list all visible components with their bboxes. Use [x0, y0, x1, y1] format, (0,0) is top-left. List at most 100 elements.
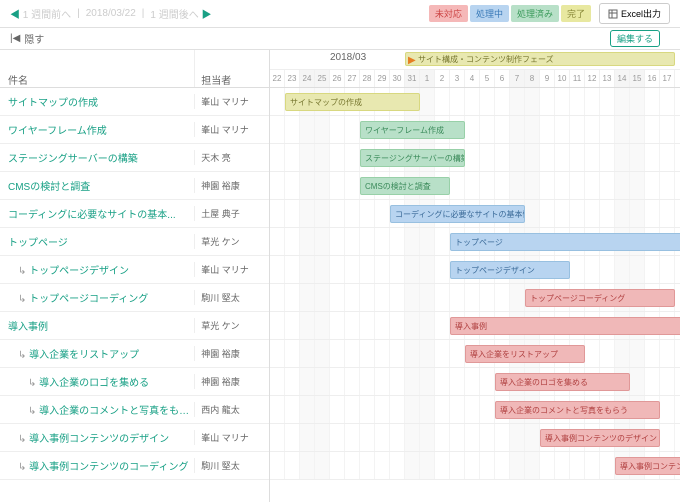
gantt-bar[interactable]: 導入企業のコメントと写真をもらう: [495, 401, 660, 419]
day-cell: 28: [360, 70, 375, 87]
day-cell: 6: [495, 70, 510, 87]
day-cell: 14: [615, 70, 630, 87]
day-cell: 7: [510, 70, 525, 87]
day-cell: 22: [270, 70, 285, 87]
day-cell: 31: [405, 70, 420, 87]
day-cell: 25: [315, 70, 330, 87]
day-cell: 2: [435, 70, 450, 87]
task-assignee: 西内 龍太: [195, 403, 269, 416]
excel-export-button[interactable]: Excel出力: [599, 3, 670, 24]
day-cell: 3: [450, 70, 465, 87]
task-name-link[interactable]: トップページ: [0, 234, 195, 249]
gantt-bar[interactable]: サイトマップの作成: [285, 93, 420, 111]
current-date: 2018/03/22: [86, 8, 136, 19]
hide-button[interactable]: |◀ 隠す: [10, 31, 44, 46]
day-cell: 10: [555, 70, 570, 87]
task-name-link[interactable]: コーディングに必要なサイトの基本...: [0, 206, 195, 221]
task-name-link[interactable]: ワイヤーフレーム作成: [0, 122, 195, 137]
day-cell: 11: [570, 70, 585, 87]
task-assignee: 神園 裕康: [195, 375, 269, 388]
task-row: トップページコーディング駒川 堅太: [0, 284, 269, 312]
sub-toolbar: |◀ 隠す 編集する: [0, 28, 680, 50]
status-legend: 未対応 処理中 処理済み 完了: [429, 5, 591, 22]
day-cell: 30: [390, 70, 405, 87]
legend-done: 完了: [561, 5, 591, 22]
timeline-row: 導入事例コンテンツのデザイン: [270, 424, 680, 452]
task-assignee: 峯山 マリナ: [195, 95, 269, 108]
gantt-bar[interactable]: トップページデザイン: [450, 261, 570, 279]
timeline-row: ステージングサーバーの構築: [270, 144, 680, 172]
task-row: 導入企業のコメントと写真をもらう西内 龍太: [0, 396, 269, 424]
gantt-bar[interactable]: ステージングサーバーの構築: [360, 149, 465, 167]
day-cell: 27: [345, 70, 360, 87]
toolbar: ◀ 1 週間前へ | 2018/03/22 | 1 週間後へ ▶ 未対応 処理中…: [0, 0, 680, 28]
prev-week-link[interactable]: ◀ 1 週間前へ: [10, 6, 71, 21]
task-name-link[interactable]: サイトマップの作成: [0, 94, 195, 109]
prev-label: 1 週間前へ: [23, 10, 71, 21]
task-row: トップページ草光 ケン: [0, 228, 269, 256]
day-cell: 1: [420, 70, 435, 87]
task-row: サイトマップの作成峯山 マリナ: [0, 88, 269, 116]
timeline-row: 導入企業をリストアップ: [270, 340, 680, 368]
task-name-link[interactable]: 導入企業のコメントと写真をもらう: [0, 402, 195, 417]
day-cell: 26: [330, 70, 345, 87]
next-week-link[interactable]: 1 週間後へ ▶: [150, 6, 211, 21]
task-assignee: 草光 ケン: [195, 235, 269, 248]
task-assignee: 駒川 堅太: [195, 291, 269, 304]
collapse-icon: |◀: [10, 33, 20, 44]
gantt-bar[interactable]: 導入事例コンテンツ: [615, 457, 680, 475]
day-cell: 16: [645, 70, 660, 87]
task-assignee: 峯山 マリナ: [195, 263, 269, 276]
timeline-row: 導入事例コンテンツ: [270, 452, 680, 480]
task-row: コーディングに必要なサイトの基本...土屋 典子: [0, 200, 269, 228]
gantt-grid: 件名 担当者 サイトマップの作成峯山 マリナワイヤーフレーム作成峯山 マリナステ…: [0, 50, 680, 502]
next-label: 1 週間後へ: [150, 10, 198, 21]
gantt-bar[interactable]: CMSの検討と調査: [360, 177, 450, 195]
task-assignee: 神園 裕康: [195, 347, 269, 360]
gantt-bar[interactable]: コーディングに必要なサイトの基本情報: [390, 205, 525, 223]
date-nav: ◀ 1 週間前へ | 2018/03/22 | 1 週間後へ ▶: [10, 6, 212, 21]
gantt-bar[interactable]: トップページ: [450, 233, 680, 251]
task-assignee: 土屋 典子: [195, 207, 269, 220]
task-name-link[interactable]: トップページコーディング: [0, 290, 195, 305]
task-assignee: 天木 亮: [195, 151, 269, 164]
task-name-link[interactable]: CMSの検討と調査: [0, 178, 195, 193]
day-cell: 12: [585, 70, 600, 87]
excel-icon: [608, 9, 618, 19]
task-assignee: 峯山 マリナ: [195, 431, 269, 444]
task-name-link[interactable]: 導入事例コンテンツのデザイン: [0, 430, 195, 445]
day-cell: 9: [540, 70, 555, 87]
task-name-link[interactable]: トップページデザイン: [0, 262, 195, 277]
timeline-row: 導入企業のコメントと写真をもらう: [270, 396, 680, 424]
timeline-row: ワイヤーフレーム作成: [270, 116, 680, 144]
timeline-row: サイトマップの作成: [270, 88, 680, 116]
col-subject: 件名: [0, 50, 195, 87]
gantt-bar[interactable]: 導入事例コンテンツのデザイン: [540, 429, 660, 447]
task-name-link[interactable]: 導入事例コンテンツのコーディング: [0, 458, 195, 473]
day-cell: 24: [300, 70, 315, 87]
day-cell: 17: [660, 70, 675, 87]
list-header: 件名 担当者: [0, 50, 269, 88]
task-row: 導入事例草光 ケン: [0, 312, 269, 340]
day-cell: 8: [525, 70, 540, 87]
gantt-bar[interactable]: 導入企業のロゴを集める: [495, 373, 630, 391]
day-cell: 15: [630, 70, 645, 87]
task-assignee: 草光 ケン: [195, 319, 269, 332]
excel-label: Excel出力: [621, 7, 661, 20]
gantt-bar[interactable]: トップページコーディング: [525, 289, 675, 307]
task-name-link[interactable]: 導入企業のロゴを集める: [0, 374, 195, 389]
legend-pending: 未対応: [429, 5, 468, 22]
task-row: ステージングサーバーの構築天木 亮: [0, 144, 269, 172]
task-assignee: 峯山 マリナ: [195, 123, 269, 136]
gantt-bar[interactable]: ワイヤーフレーム作成: [360, 121, 465, 139]
gantt-bar[interactable]: 導入事例: [450, 317, 680, 335]
edit-button[interactable]: 編集する: [610, 30, 660, 47]
task-name-link[interactable]: 導入事例: [0, 318, 195, 333]
task-name-link[interactable]: 導入企業をリストアップ: [0, 346, 195, 361]
task-name-link[interactable]: ステージングサーバーの構築: [0, 150, 195, 165]
timeline-row: 導入事例: [270, 312, 680, 340]
timeline-row: CMSの検討と調査: [270, 172, 680, 200]
task-row: トップページデザイン峯山 マリナ: [0, 256, 269, 284]
timeline-panel: 2018/03 2018/04 ▶ サイト構成・コンテンツ制作フェーズ 2223…: [270, 50, 680, 502]
gantt-bar[interactable]: 導入企業をリストアップ: [465, 345, 585, 363]
